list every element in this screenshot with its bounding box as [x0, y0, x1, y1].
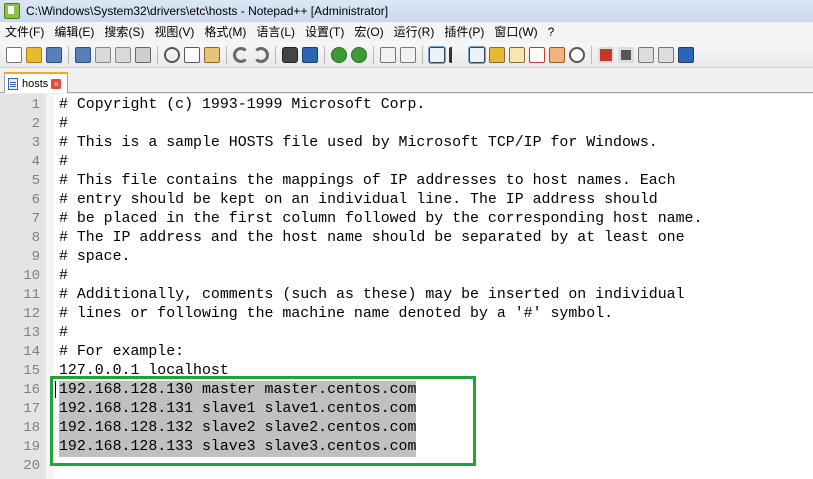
toolbar-separator [373, 45, 374, 64]
paste-icon[interactable] [204, 46, 220, 63]
menu-item-1[interactable]: 编辑(E) [49, 22, 99, 42]
zoom-out-icon[interactable] [351, 46, 367, 63]
save-all-icon[interactable] [75, 46, 91, 63]
code-line[interactable]: # For example: [59, 343, 184, 362]
code-line[interactable]: # This is a sample HOSTS file used by Mi… [59, 134, 658, 153]
show-all-chars-icon[interactable] [449, 46, 465, 63]
window-title: C:\Windows\System32\drivers\etc\hosts - … [26, 4, 389, 18]
doc-map-icon[interactable] [509, 46, 525, 63]
file-icon [8, 77, 18, 90]
annotation-highlight-box [50, 376, 476, 466]
line-number: 12 [23, 306, 40, 322]
toolbar-separator [68, 45, 69, 64]
folder-workspace-icon[interactable] [549, 46, 565, 63]
monitor-icon[interactable] [569, 46, 585, 63]
line-number: 6 [31, 192, 40, 208]
code-line[interactable]: # [59, 115, 68, 134]
menu-item-5[interactable]: 语言(L) [251, 22, 300, 42]
notepad-app-icon [4, 3, 20, 19]
line-number: 15 [23, 363, 40, 379]
code-line[interactable]: # Additionally, comments (such as these)… [59, 286, 685, 305]
code-line[interactable]: # [59, 324, 68, 343]
toolbar-separator [226, 45, 227, 64]
line-number: 7 [31, 211, 40, 227]
line-number: 11 [23, 287, 40, 303]
indent-guide-icon[interactable] [468, 45, 486, 64]
save-icon[interactable] [46, 46, 62, 63]
code-line[interactable]: # This file contains the mappings of IP … [59, 172, 676, 191]
line-number: 10 [23, 268, 40, 284]
code-line[interactable]: # space. [59, 248, 131, 267]
line-number: 18 [23, 420, 40, 436]
new-file-icon[interactable] [6, 46, 22, 63]
cut-icon[interactable] [164, 46, 180, 63]
line-number: 3 [31, 135, 40, 151]
language-define-icon[interactable] [489, 46, 505, 63]
toolbar-separator [591, 45, 592, 64]
menu-item-4[interactable]: 格式(M) [199, 22, 251, 42]
tab-close-icon[interactable]: × [51, 78, 62, 89]
menu-item-11[interactable]: ? [543, 22, 560, 42]
undo-icon[interactable] [233, 46, 249, 63]
toolbar-separator [275, 45, 276, 64]
menu-item-9[interactable]: 插件(P) [439, 22, 489, 42]
line-number: 1 [31, 97, 40, 113]
word-wrap-icon[interactable] [428, 45, 446, 64]
tab-bar: hosts × [0, 69, 813, 93]
replace-icon[interactable] [302, 46, 318, 63]
title-bar: C:\Windows\System32\drivers\etc\hosts - … [0, 0, 813, 22]
line-number: 14 [23, 344, 40, 360]
open-file-icon[interactable] [26, 46, 42, 63]
line-number: 9 [31, 249, 40, 265]
sync-horizontal-icon[interactable] [400, 46, 416, 63]
find-icon[interactable] [282, 46, 298, 63]
function-list-icon[interactable] [529, 46, 545, 63]
toolbar-separator [324, 45, 325, 64]
code-line[interactable]: # [59, 267, 68, 286]
code-line[interactable]: # [59, 153, 68, 172]
line-number: 2 [31, 116, 40, 132]
stop-record-icon[interactable] [618, 46, 634, 63]
menu-item-0[interactable]: 文件(F) [0, 22, 49, 42]
line-number: 19 [23, 439, 40, 455]
menu-item-2[interactable]: 搜索(S) [99, 22, 149, 42]
line-number: 4 [31, 154, 40, 170]
menu-bar: 文件(F) 编辑(E) 搜索(S) 视图(V) 格式(M) 语言(L) 设置(T) 宏(O) 运… [0, 22, 813, 42]
menu-item-7[interactable]: 宏(O) [349, 22, 388, 42]
play-macro-icon[interactable] [638, 46, 654, 63]
line-number-gutter: 1 2 3 4 5 6 7 8 9 10 11 12 13 14 15 16 17 18 19 20 [0, 94, 46, 479]
zoom-in-icon[interactable] [331, 46, 347, 63]
copy-icon[interactable] [184, 46, 200, 63]
line-number: 13 [23, 325, 40, 341]
code-line[interactable]: # Copyright (c) 1993-1999 Microsoft Corp… [59, 96, 425, 115]
toolbar-separator [422, 45, 423, 64]
menu-item-10[interactable]: 窗口(W) [489, 22, 542, 42]
tab-hosts[interactable]: hosts × [4, 72, 68, 93]
code-line[interactable]: # entry should be kept on an individual … [59, 191, 658, 210]
save-macro-icon[interactable] [678, 46, 694, 63]
line-number: 17 [23, 401, 40, 417]
code-line[interactable]: # be placed in the first column followed… [59, 210, 702, 229]
code-line[interactable]: # lines or following the machine name de… [59, 305, 613, 324]
editor-area[interactable]: 1 2 3 4 5 6 7 8 9 10 11 12 13 14 15 16 17 18 19 20 # Copyri… [0, 94, 813, 479]
line-number: 16 [23, 382, 40, 398]
toolbar [0, 42, 813, 68]
toolbar-separator [157, 45, 158, 64]
notepad-plus-plus-window: C:\Windows\System32\drivers\etc\hosts - … [0, 0, 813, 479]
code-line[interactable]: # The IP address and the host name shoul… [59, 229, 685, 248]
line-number: 8 [31, 230, 40, 246]
close-all-icon[interactable] [115, 46, 131, 63]
line-number: 20 [23, 458, 40, 474]
close-icon[interactable] [95, 46, 111, 63]
run-macro-multiple-icon[interactable] [658, 46, 674, 63]
record-macro-icon[interactable] [598, 46, 614, 63]
line-number: 5 [31, 173, 40, 189]
sync-vertical-icon[interactable] [380, 46, 396, 63]
redo-icon[interactable] [253, 46, 269, 63]
menu-item-6[interactable]: 设置(T) [300, 22, 349, 42]
tab-label: hosts [22, 77, 49, 90]
menu-item-3[interactable]: 视图(V) [149, 22, 199, 42]
menu-item-8[interactable]: 运行(R) [389, 22, 440, 42]
print-icon[interactable] [135, 46, 151, 63]
